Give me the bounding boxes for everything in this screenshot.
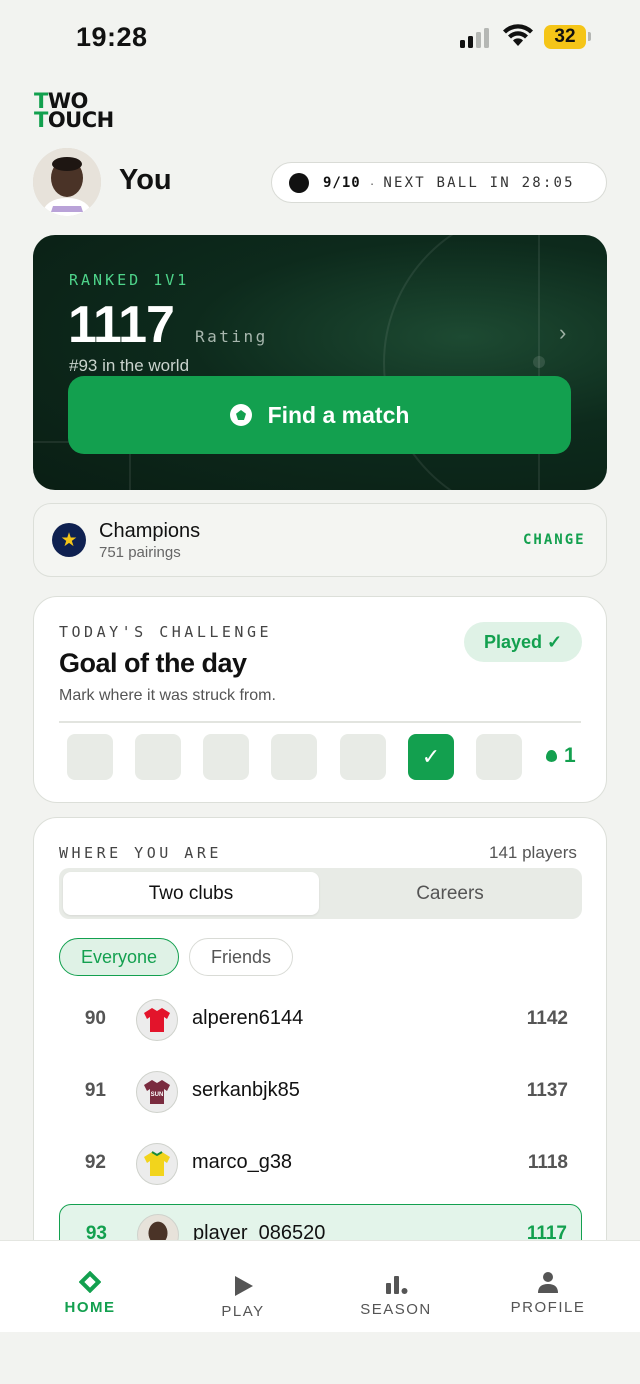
row-score: 1118	[527, 1152, 568, 1173]
tab-profile[interactable]: PROFILE	[478, 1267, 618, 1316]
row-username: marco_g38	[192, 1151, 293, 1173]
tab-play-label: PLAY	[221, 1303, 265, 1320]
avatar[interactable]	[33, 148, 101, 216]
next-ball-timer: NEXT BALL IN 28:05	[383, 174, 575, 191]
tab-two-clubs[interactable]: Two clubs	[63, 872, 319, 915]
table-row[interactable]: 92 marco_g38 1118	[59, 1134, 582, 1194]
played-badge: Played ✓	[464, 622, 582, 662]
wifi-icon	[503, 24, 533, 46]
ranked-label: RANKED 1V1	[69, 271, 190, 289]
battery-tip	[588, 32, 591, 41]
balls-remaining-pill[interactable]: 9/10 · NEXT BALL IN 28:05	[271, 162, 607, 203]
challenge-description: Mark where it was struck from.	[59, 687, 276, 704]
rating-value: 1117	[68, 296, 175, 354]
league-pairings: 751 pairings	[99, 544, 181, 561]
status-bar: 19:28 32	[0, 0, 640, 76]
tab-careers[interactable]: Careers	[322, 872, 578, 915]
cellular-signal-icon	[460, 28, 489, 48]
separator: ·	[369, 174, 375, 191]
leaderboard-card: WHERE YOU ARE 141 players Two clubs Care…	[33, 817, 607, 1277]
row-username: alperen6144	[192, 1007, 304, 1029]
football-icon	[289, 172, 309, 193]
challenge-title: Goal of the day	[59, 648, 247, 678]
player-count: 141 players	[489, 843, 577, 862]
day-box	[476, 734, 522, 780]
chevron-right-icon[interactable]: ›	[559, 320, 566, 346]
tab-home-label: HOME	[64, 1299, 116, 1316]
balls-count: 9/10	[323, 174, 361, 191]
day-box	[271, 734, 317, 780]
jersey-sponsor-text: SUN	[151, 1092, 164, 1098]
day-box	[135, 734, 181, 780]
row-username: serkanbjk85	[192, 1079, 300, 1101]
tab-play[interactable]: PLAY	[173, 1271, 313, 1320]
row-score: 1142	[526, 1008, 568, 1029]
row-rank: 90	[84, 1008, 106, 1029]
rating-label: Rating	[195, 327, 268, 346]
day-box	[67, 734, 113, 780]
day-box-completed: ✓	[408, 734, 454, 780]
play-icon	[235, 1276, 253, 1296]
tab-home[interactable]: HOME	[20, 1267, 160, 1316]
leaderboard-kicker: WHERE YOU ARE	[59, 844, 222, 862]
tab-season[interactable]: SEASON	[326, 1269, 466, 1318]
jersey-icon	[136, 999, 178, 1041]
row-rank: 91	[84, 1080, 106, 1101]
table-row[interactable]: 91 SUN serkanbjk85 1137	[59, 1062, 582, 1122]
flame-icon	[546, 750, 557, 762]
row-rank: 92	[84, 1152, 106, 1173]
streak-value: 1	[564, 744, 576, 767]
bottom-tab-bar: HOME PLAY SEASON PROFILE	[0, 1240, 640, 1332]
app-logo: TWO TOUCH	[34, 89, 114, 132]
status-time: 19:28	[76, 22, 148, 52]
profile-name: You	[119, 164, 172, 196]
row-score: 1137	[526, 1080, 568, 1101]
day-box	[340, 734, 386, 780]
filter-everyone[interactable]: Everyone	[59, 938, 179, 976]
day-box	[203, 734, 249, 780]
daily-challenge-card[interactable]: TODAY'S CHALLENGE Goal of the day Mark w…	[33, 596, 607, 803]
star-badge-icon: ★	[52, 523, 86, 557]
bar-chart-icon	[386, 1276, 408, 1294]
leaderboard-segmented-control: Two clubs Careers	[59, 868, 582, 919]
home-icon	[79, 1271, 101, 1293]
jersey-icon	[136, 1143, 178, 1185]
league-selector[interactable]: ★ Champions 751 pairings CHANGE	[33, 503, 607, 577]
filter-friends[interactable]: Friends	[189, 938, 293, 976]
tab-profile-label: PROFILE	[510, 1299, 586, 1316]
tab-season-label: SEASON	[360, 1301, 432, 1318]
streak-counter: 1	[546, 744, 576, 768]
home-indicator-area	[0, 1332, 640, 1384]
table-row[interactable]: 90 alperen6144 1142	[59, 990, 582, 1050]
challenge-kicker: TODAY'S CHALLENGE	[59, 623, 273, 641]
battery-level: 32	[544, 25, 586, 49]
ranked-card[interactable]: RANKED 1V1 1117 Rating #93 in the world …	[33, 235, 607, 490]
league-name: Champions	[99, 520, 201, 542]
find-match-button[interactable]: Find a match	[68, 376, 571, 454]
find-match-label: Find a match	[267, 401, 410, 428]
jersey-icon: SUN	[136, 1071, 178, 1113]
person-icon	[538, 1272, 558, 1293]
world-rank: #93 in the world	[69, 356, 190, 375]
change-league-button[interactable]: CHANGE	[523, 532, 586, 548]
divider	[59, 721, 581, 723]
football-icon	[229, 404, 252, 426]
